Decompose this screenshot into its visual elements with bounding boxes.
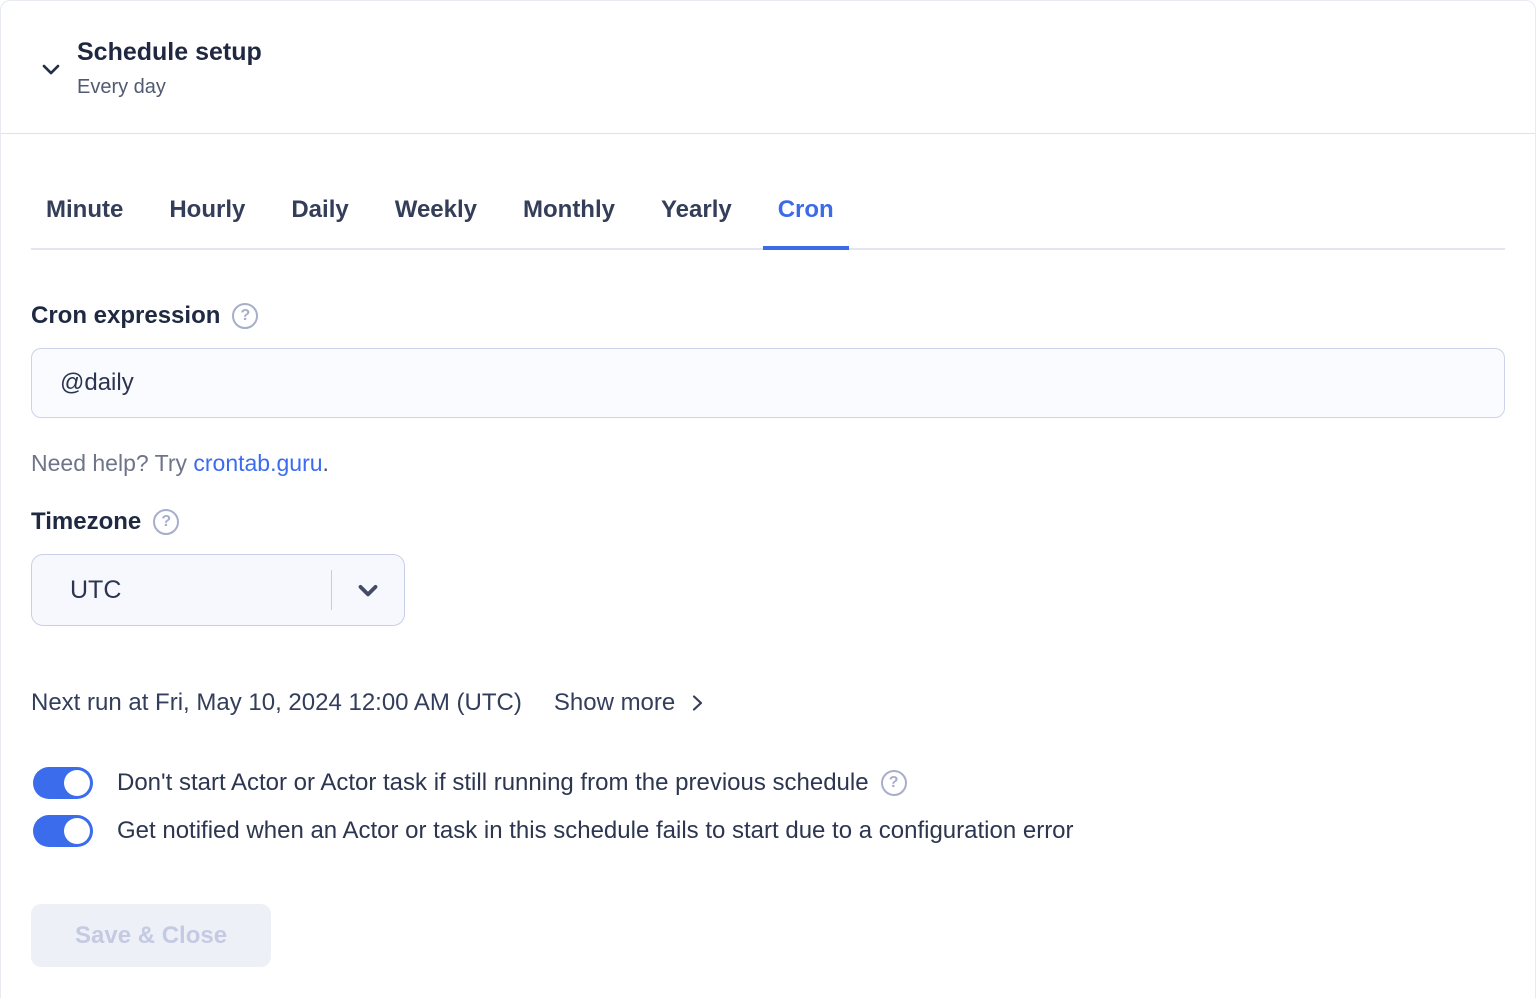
- timezone-label: Timezone: [31, 506, 141, 538]
- chevron-down-icon[interactable]: [332, 575, 404, 605]
- dont-start-toggle-label-row: Don't start Actor or Actor task if still…: [117, 766, 907, 800]
- tab-yearly[interactable]: Yearly: [646, 194, 747, 250]
- cron-expression-input[interactable]: [31, 348, 1505, 418]
- toggle-row-dont-start: Don't start Actor or Actor task if still…: [31, 766, 1505, 800]
- panel-content: Minute Hourly Daily Weekly Monthly Yearl…: [1, 194, 1535, 967]
- tab-minute[interactable]: Minute: [31, 194, 138, 250]
- panel-header: Schedule setup Every day: [1, 1, 1535, 134]
- toggle-knob: [64, 770, 90, 796]
- tab-monthly[interactable]: Monthly: [508, 194, 630, 250]
- timezone-label-row: Timezone ?: [31, 506, 1505, 538]
- show-more-label: Show more: [554, 688, 675, 718]
- timezone-select[interactable]: UTC: [31, 554, 405, 626]
- notify-toggle-label: Get notified when an Actor or task in th…: [117, 814, 1074, 848]
- show-more-button[interactable]: Show more: [554, 688, 709, 718]
- dont-start-toggle-label: Don't start Actor or Actor task if still…: [117, 766, 869, 800]
- toggle-knob: [64, 818, 90, 844]
- schedule-setup-panel: Schedule setup Every day Minute Hourly D…: [0, 0, 1536, 998]
- page-title: Schedule setup: [77, 37, 262, 67]
- toggle-row-notify: Get notified when an Actor or task in th…: [31, 814, 1505, 848]
- timezone-selected-value: UTC: [32, 576, 331, 605]
- save-close-button[interactable]: Save & Close: [31, 904, 271, 967]
- cron-expression-label: Cron expression: [31, 300, 220, 332]
- header-titles: Schedule setup Every day: [77, 37, 262, 101]
- page-subtitle: Every day: [77, 73, 262, 101]
- question-circle-icon[interactable]: ?: [232, 303, 258, 329]
- notify-toggle[interactable]: [33, 815, 93, 847]
- next-run-text: Next run at Fri, May 10, 2024 12:00 AM (…: [31, 688, 522, 718]
- schedule-options: Don't start Actor or Actor task if still…: [31, 766, 1505, 848]
- question-circle-icon[interactable]: ?: [881, 770, 907, 796]
- chevron-down-icon[interactable]: [37, 55, 65, 83]
- next-run-row: Next run at Fri, May 10, 2024 12:00 AM (…: [31, 688, 1505, 718]
- tab-cron[interactable]: Cron: [763, 194, 849, 250]
- chevron-right-icon: [685, 691, 709, 715]
- tab-daily[interactable]: Daily: [276, 194, 363, 250]
- schedule-type-tabs: Minute Hourly Daily Weekly Monthly Yearl…: [31, 194, 1505, 250]
- cron-help-suffix: .: [323, 450, 329, 476]
- cron-help-prefix: Need help? Try: [31, 450, 193, 476]
- cron-expression-label-row: Cron expression ?: [31, 300, 1505, 332]
- dont-start-toggle[interactable]: [33, 767, 93, 799]
- tab-hourly[interactable]: Hourly: [154, 194, 260, 250]
- crontab-guru-link[interactable]: crontab.guru: [193, 450, 322, 476]
- tab-weekly[interactable]: Weekly: [380, 194, 492, 250]
- cron-help-text: Need help? Try crontab.guru.: [31, 448, 1505, 478]
- notify-toggle-label-row: Get notified when an Actor or task in th…: [117, 814, 1074, 848]
- question-circle-icon[interactable]: ?: [153, 509, 179, 535]
